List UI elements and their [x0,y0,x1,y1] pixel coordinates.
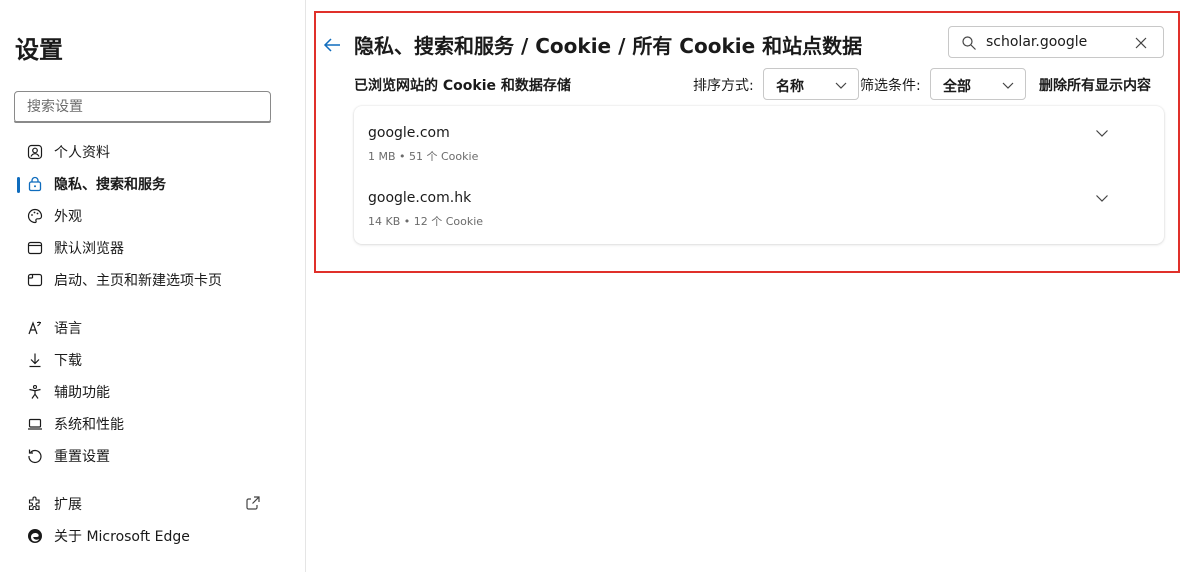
sidebar-item-label: 下载 [54,353,82,369]
sidebar: 设置 搜索设置 个人资料 隐私、搜索和服务 外观 默认浏览器 启动、主页和新建选… [0,0,306,572]
sidebar-item-label: 辅助功能 [54,385,110,401]
sidebar-item-about[interactable]: 关于 Microsoft Edge [26,524,190,548]
laptop-icon [26,415,44,433]
sidebar-item-label: 隐私、搜索和服务 [54,177,166,193]
filter-select-value: 全部 [943,79,971,95]
reset-icon [26,447,44,465]
delete-all-button[interactable]: 删除所有显示内容 [1039,75,1151,95]
edge-logo-icon [26,527,44,545]
chevron-down-icon [1001,78,1015,92]
chevron-down-icon [834,78,848,92]
sidebar-item-accessibility[interactable]: 辅助功能 [26,380,110,404]
sidebar-item-label: 重置设置 [54,449,110,465]
sidebar-item-system[interactable]: 系统和性能 [26,412,124,436]
sidebar-item-reset[interactable]: 重置设置 [26,444,110,468]
sidebar-item-label: 启动、主页和新建选项卡页 [54,273,222,289]
sort-label: 排序方式: [693,78,754,94]
filter-label: 筛选条件: [860,78,921,94]
back-arrow-icon[interactable] [322,35,342,55]
external-link-icon[interactable] [245,495,263,513]
site-details: 1 MB • 51 个 Cookie [368,150,479,163]
sites-card: google.com 1 MB • 51 个 Cookie google.com… [354,106,1164,244]
chevron-down-icon[interactable] [1094,125,1110,141]
sidebar-item-label: 系统和性能 [54,417,124,433]
site-domain: google.com [368,125,450,141]
section-title: 已浏览网站的 Cookie 和数据存储 [354,78,571,94]
sidebar-item-label: 外观 [54,209,82,225]
settings-search-input[interactable]: 搜索设置 [14,91,271,123]
sidebar-item-languages[interactable]: 语言 [26,316,82,340]
site-search-input[interactable]: scholar.google [948,26,1164,58]
sidebar-item-profile[interactable]: 个人资料 [26,140,110,164]
sidebar-item-label: 扩展 [54,497,82,513]
sidebar-item-appearance[interactable]: 外观 [26,204,82,228]
sort-select[interactable]: 名称 [763,68,859,100]
sidebar-item-downloads[interactable]: 下载 [26,348,82,372]
extensions-icon [26,495,44,513]
active-indicator [17,177,20,193]
site-row[interactable]: google.com 1 MB • 51 个 Cookie [354,106,1164,170]
site-row[interactable]: google.com.hk 14 KB • 12 个 Cookie [354,171,1164,235]
lock-icon [26,175,44,193]
sidebar-item-label: 关于 Microsoft Edge [54,529,190,545]
settings-title: 设置 [15,36,63,64]
sidebar-item-label: 默认浏览器 [54,241,124,257]
profile-icon [26,143,44,161]
chevron-down-icon[interactable] [1094,190,1110,206]
sidebar-item-privacy[interactable]: 隐私、搜索和服务 [26,172,166,196]
site-details: 14 KB • 12 个 Cookie [368,215,484,228]
sort-select-value: 名称 [776,79,804,95]
sidebar-item-label: 语言 [54,321,82,337]
sidebar-item-label: 个人资料 [54,145,110,161]
clear-icon[interactable] [1133,35,1149,51]
search-icon [961,35,977,51]
accessibility-icon [26,383,44,401]
palette-icon [26,207,44,225]
browser-icon [26,239,44,257]
breadcrumb: 隐私、搜索和服务 / Cookie / 所有 Cookie 和站点数据 [354,34,863,58]
download-icon [26,351,44,369]
site-search-value: scholar.google [986,34,1088,50]
home-tab-icon [26,271,44,289]
sidebar-item-extensions[interactable]: 扩展 [26,492,82,516]
filter-select[interactable]: 全部 [930,68,1026,100]
sidebar-item-start-home[interactable]: 启动、主页和新建选项卡页 [26,268,222,292]
language-icon [26,319,44,337]
site-domain: google.com.hk [368,190,472,206]
sidebar-item-default-browser[interactable]: 默认浏览器 [26,236,124,260]
